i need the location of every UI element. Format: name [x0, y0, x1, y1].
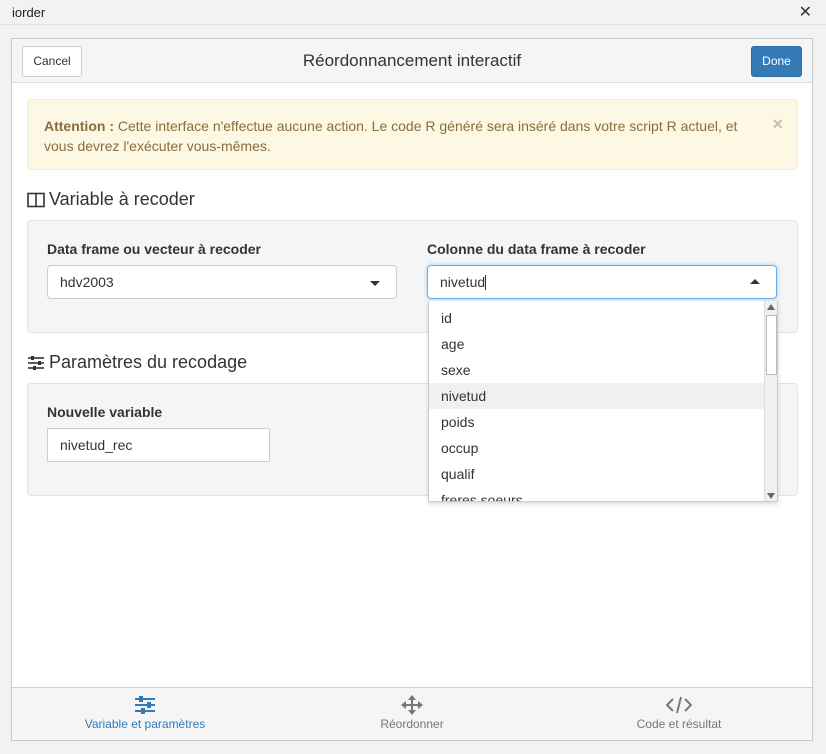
section-params-label: Paramètres du recodage — [49, 352, 248, 372]
tab-variable-parametres[interactable]: Variable et paramètres — [12, 688, 278, 741]
col-label: Colonne du data frame à recoder — [427, 241, 646, 257]
dropdown-option[interactable]: id — [429, 305, 765, 331]
page-title: Réordonnancement interactif — [302, 51, 522, 70]
dropdown-option[interactable]: poids — [429, 409, 765, 435]
scroll-up-arrow-icon[interactable] — [767, 304, 775, 310]
scrollbar-thumb[interactable] — [766, 315, 777, 375]
dropdown-option[interactable]: qualif — [429, 461, 765, 487]
done-button[interactable]: Done — [751, 46, 802, 77]
dropdown-option[interactable]: sexe — [429, 357, 765, 383]
dropdown-options: id age sexe nivetud poids occup qualif f… — [429, 305, 765, 501]
alert-text: Cette interface n'effectue aucune action… — [44, 118, 738, 154]
gadget-title-bar: Cancel Réordonnancement interactif Done — [12, 39, 812, 83]
code-icon — [666, 696, 692, 714]
sliders-icon — [28, 355, 44, 370]
col-dropdown-menu[interactable]: id age sexe nivetud poids occup qualif f… — [428, 301, 778, 502]
chevron-down-icon — [370, 281, 380, 286]
df-select-value: hdv2003 — [60, 274, 114, 290]
col-select[interactable]: nivetud — [427, 265, 777, 299]
df-select[interactable]: hdv2003 — [47, 265, 397, 299]
tab-reordonner[interactable]: Réordonner — [279, 688, 545, 741]
section-params-title: Paramètres du recodage — [27, 352, 247, 373]
dropdown-option[interactable]: age — [429, 331, 765, 357]
dropdown-option[interactable]: freres.soeurs — [429, 487, 765, 501]
df-label: Data frame ou vecteur à recoder — [47, 241, 261, 257]
chevron-up-icon — [750, 279, 760, 284]
tab-label: Réordonner — [380, 717, 444, 731]
text-cursor — [485, 275, 487, 290]
alert-close-icon[interactable]: × — [772, 114, 783, 134]
gadget-container: Cancel Réordonnancement interactif Done … — [11, 38, 813, 741]
window-titlebar: iorder ✕ — [0, 0, 826, 25]
move-arrows-icon — [401, 695, 423, 715]
warning-alert: Attention : Cette interface n'effectue a… — [27, 99, 798, 170]
newvar-input-value: nivetud_rec — [60, 437, 133, 453]
newvar-input[interactable]: nivetud_rec — [47, 428, 270, 462]
scroll-down-arrow-icon[interactable] — [767, 493, 775, 499]
window-close-icon[interactable]: ✕ — [799, 2, 812, 22]
bottom-nav: Variable et paramètres Réordonner Code e… — [12, 687, 812, 740]
tab-code-resultat[interactable]: Code et résultat — [546, 688, 812, 741]
alert-strong: Attention : — [44, 118, 114, 134]
col-select-value: nivetud — [440, 274, 486, 290]
dropdown-option-highlighted[interactable]: nivetud — [429, 383, 765, 409]
tab-label: Variable et paramètres — [84, 717, 206, 731]
columns-icon — [27, 192, 45, 207]
window-title: iorder — [12, 5, 46, 20]
section-variable-label: Variable à recoder — [49, 189, 195, 209]
newvar-label: Nouvelle variable — [47, 404, 163, 420]
sliders-icon — [135, 696, 155, 714]
dropdown-scrollbar[interactable] — [764, 301, 777, 501]
tab-label: Code et résultat — [636, 717, 722, 731]
dropdown-option[interactable]: occup — [429, 435, 765, 461]
section-variable-title: Variable à recoder — [27, 189, 195, 210]
